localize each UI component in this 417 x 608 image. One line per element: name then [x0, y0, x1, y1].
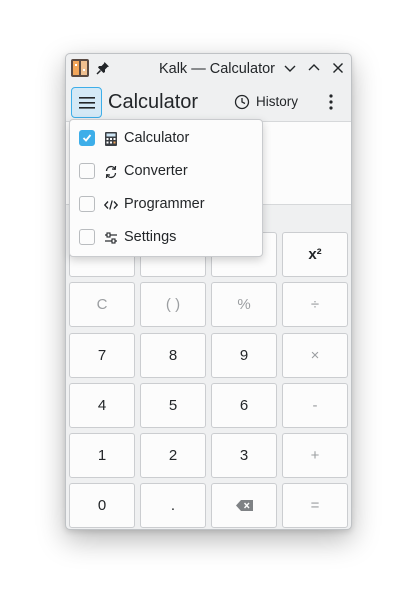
title-bar: Kalk — Calculator [66, 54, 351, 84]
menu-item-label: Programmer [124, 196, 205, 212]
hamburger-menu-button[interactable] [71, 87, 102, 118]
refresh-icon [105, 165, 117, 179]
pin-icon[interactable] [96, 61, 110, 75]
toolbar: Calculator History [66, 84, 351, 121]
equals-key[interactable]: = [282, 483, 348, 528]
checkbox-unchecked[interactable] [79, 163, 95, 179]
checkbox-checked[interactable] [79, 130, 95, 146]
checkmark-icon [82, 134, 92, 142]
digit-1-key[interactable]: 1 [69, 433, 135, 478]
checkbox-unchecked[interactable] [79, 229, 95, 245]
mode-dropdown-menu: Calculator Converter Programmer Settings [69, 119, 263, 257]
parentheses-key[interactable]: ( ) [140, 282, 206, 327]
menu-item-label: Settings [124, 229, 177, 245]
digit-8-key[interactable]: 8 [140, 333, 206, 378]
digit-4-key[interactable]: 4 [69, 383, 135, 428]
percent-key[interactable]: % [211, 282, 277, 327]
divide-key[interactable]: ÷ [282, 282, 348, 327]
digit-6-key[interactable]: 6 [211, 383, 277, 428]
menu-item-converter[interactable]: Converter [70, 155, 262, 188]
digit-3-key[interactable]: 3 [211, 433, 277, 478]
clock-icon [234, 94, 250, 110]
digit-7-key[interactable]: 7 [69, 333, 135, 378]
more-options-icon[interactable] [323, 93, 339, 111]
digit-5-key[interactable]: 5 [140, 383, 206, 428]
menu-item-label: Calculator [124, 130, 190, 146]
page-title: Calculator [108, 91, 199, 113]
subtract-key[interactable]: - [282, 383, 348, 428]
close-icon[interactable] [330, 60, 346, 76]
sliders-icon [105, 232, 117, 244]
menu-item-label: Converter [124, 163, 188, 179]
minimize-icon[interactable] [282, 60, 298, 76]
digit-0-key[interactable]: 0 [69, 483, 135, 528]
hamburger-icon [79, 97, 95, 109]
calculator-icon [105, 132, 117, 146]
clear-key[interactable]: C [69, 282, 135, 327]
menu-item-calculator[interactable]: Calculator [70, 122, 262, 155]
menu-item-settings[interactable]: Settings [70, 221, 262, 254]
kalk-app-icon[interactable] [71, 59, 89, 77]
code-icon [104, 200, 118, 210]
backspace-key[interactable] [211, 483, 277, 528]
history-label: History [256, 94, 299, 109]
window-title: Kalk — Calculator [158, 61, 276, 77]
menu-item-programmer[interactable]: Programmer [70, 188, 262, 221]
digit-9-key[interactable]: 9 [211, 333, 277, 378]
multiply-key[interactable]: × [282, 333, 348, 378]
checkbox-unchecked[interactable] [79, 196, 95, 212]
decimal-point-key[interactable]: . [140, 483, 206, 528]
backspace-icon [235, 500, 253, 511]
add-key[interactable]: + [282, 433, 348, 478]
maximize-icon[interactable] [306, 60, 322, 76]
digit-2-key[interactable]: 2 [140, 433, 206, 478]
square-key[interactable]: x² [282, 232, 348, 277]
